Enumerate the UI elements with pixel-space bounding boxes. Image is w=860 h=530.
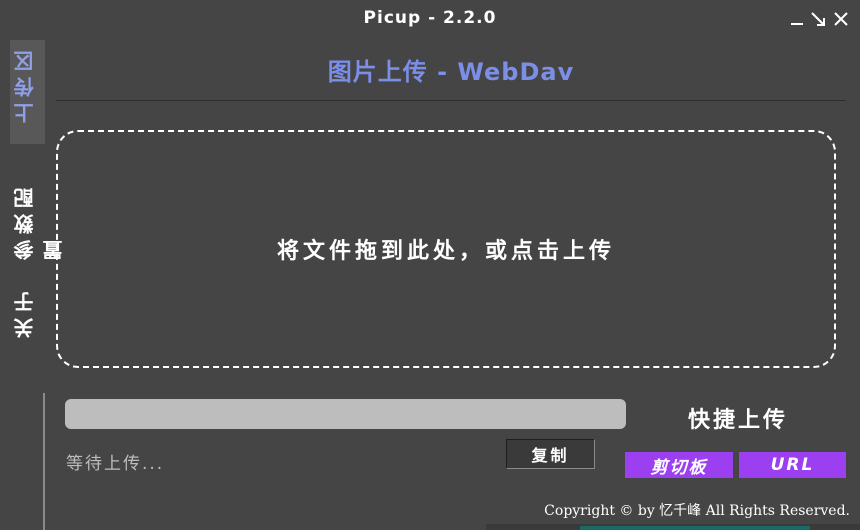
- restore-button[interactable]: [808, 8, 828, 30]
- dropzone-label: 将文件拖到此处，或点击上传: [276, 239, 615, 264]
- close-button[interactable]: [831, 8, 851, 30]
- app-title: Picup - 2.2.0: [363, 8, 497, 28]
- copy-button[interactable]: 复制: [506, 439, 595, 469]
- url-upload-button[interactable]: URL: [739, 452, 846, 478]
- page-title: 图片上传 - WebDav: [327, 58, 575, 86]
- restore-icon: [811, 12, 825, 26]
- heading-divider: [56, 100, 846, 101]
- upload-dropzone[interactable]: 将文件拖到此处，或点击上传: [56, 130, 836, 368]
- clipboard-upload-button[interactable]: 剪切板: [625, 452, 733, 478]
- minimize-button[interactable]: [787, 8, 807, 30]
- minimize-icon: [791, 23, 803, 25]
- copyright-text: Copyright © by 忆千峰 All Rights Reserved.: [544, 503, 850, 519]
- sidebar-divider: [43, 393, 45, 530]
- close-icon: [834, 12, 848, 26]
- sidebar-item-about[interactable]: 关于: [10, 286, 45, 342]
- title-bar: Picup - 2.2.0: [0, 0, 860, 38]
- quick-upload-title: 快捷上传: [688, 408, 789, 433]
- upload-progress-bar: [65, 399, 626, 429]
- sidebar: 上传区 参数配置 关于: [0, 38, 66, 530]
- taskbar-accent: [580, 526, 810, 530]
- sidebar-item-settings[interactable]: 参数配置: [10, 158, 66, 268]
- sidebar-item-upload[interactable]: 上传区: [10, 40, 45, 144]
- upload-status: 等待上传...: [66, 454, 165, 474]
